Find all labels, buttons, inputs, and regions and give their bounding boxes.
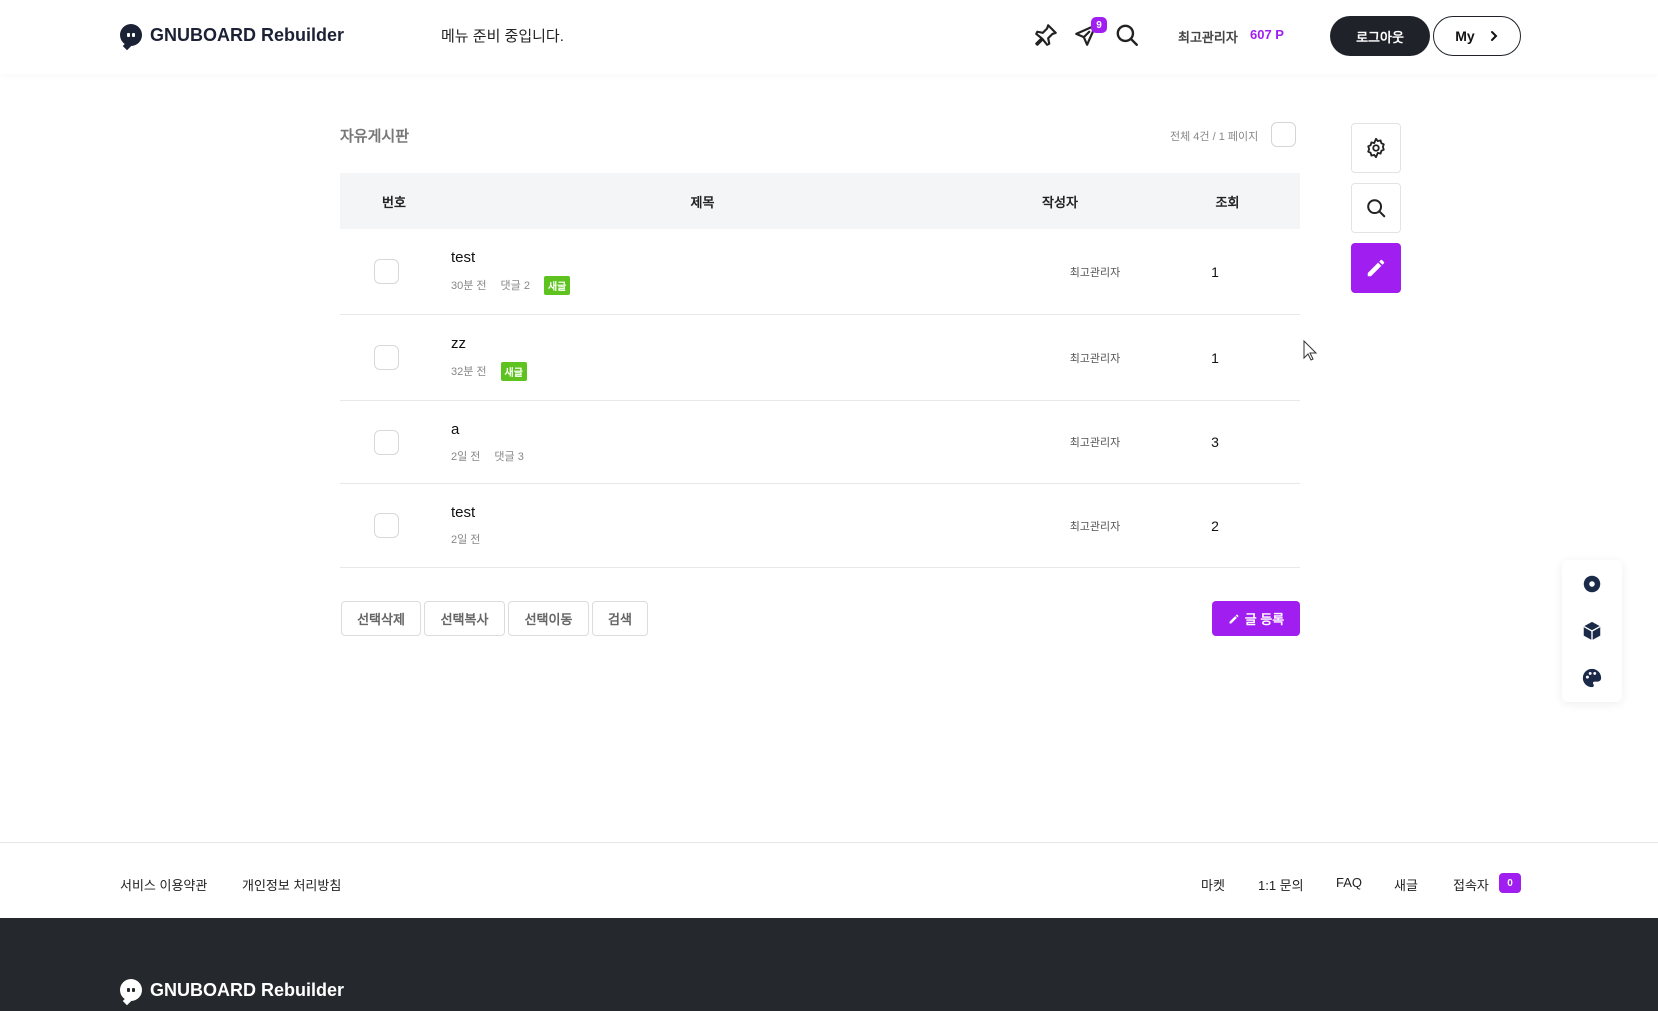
post-meta: 30분 전 댓글 2 새글	[451, 275, 571, 295]
board-search-button[interactable]	[1351, 183, 1401, 233]
new-badge: 새글	[500, 361, 527, 381]
notification-badge: 9	[1091, 17, 1107, 33]
table-header: 번호 제목 작성자 조회	[340, 173, 1300, 229]
board-table: 번호 제목 작성자 조회 test 30분 전 댓글 2 새글 최고관리자 1 …	[340, 173, 1300, 568]
post-meta: 32분 전 새글	[451, 361, 527, 381]
site-header: GNUBOARD Rebuilder 메뉴 준비 중입니다. 9 최고관리자 6…	[0, 0, 1658, 74]
my-button[interactable]: My	[1433, 16, 1521, 56]
row-checkbox[interactable]	[374, 259, 399, 284]
logo-text: GNUBOARD Rebuilder	[150, 24, 345, 45]
footer-link-visitors[interactable]: 접속자	[1453, 875, 1489, 894]
post-hit: 3	[1211, 434, 1219, 450]
column-header-no: 번호	[382, 194, 406, 210]
post-hit: 2	[1211, 517, 1219, 534]
table-row: zz 32분 전 새글 최고관리자 1	[340, 315, 1300, 401]
post-time: 32분 전	[451, 366, 487, 378]
row-checkbox[interactable]	[374, 345, 399, 370]
post-writer[interactable]: 최고관리자	[1025, 350, 1165, 366]
menu-placeholder-message: 메뉴 준비 중입니다.	[441, 28, 564, 45]
board-title: 자유게시판	[340, 128, 410, 145]
move-selected-button[interactable]: 선택이동	[508, 601, 589, 636]
palette-icon[interactable]	[1581, 667, 1603, 689]
table-row: a 2일 전 댓글 3 최고관리자 3	[340, 401, 1300, 484]
footer-link-terms[interactable]: 서비스 이용약관	[120, 875, 207, 894]
row-body: zz 32분 전 새글	[451, 335, 527, 381]
visitor-count-badge: 0	[1499, 873, 1521, 893]
board-settings-button[interactable]	[1351, 123, 1401, 173]
footer-logo[interactable]: GNUBOARD Rebuilder	[120, 979, 345, 1006]
post-meta: 2일 전	[451, 531, 480, 547]
footer-link-new-posts[interactable]: 새글	[1394, 875, 1418, 894]
footer-link-market[interactable]: 마켓	[1201, 875, 1225, 894]
chat-bubble-logo-icon	[120, 24, 142, 51]
select-all-checkbox[interactable]	[1271, 122, 1296, 147]
post-subject[interactable]: a	[451, 421, 524, 438]
row-body: test 2일 전	[451, 504, 480, 547]
post-writer[interactable]: 최고관리자	[1025, 434, 1165, 450]
chat-bubble-logo-icon	[120, 979, 142, 1006]
mouse-cursor-icon	[1303, 340, 1318, 361]
column-header-title: 제목	[690, 194, 715, 210]
footer-link-privacy[interactable]: 개인정보 처리방침	[242, 875, 341, 894]
footer-dark: GNUBOARD Rebuilder	[0, 918, 1658, 1011]
my-button-label: My	[1455, 28, 1475, 44]
post-subject[interactable]: zz	[451, 335, 527, 352]
user-name[interactable]: 최고관리자	[1178, 27, 1238, 46]
pencil-icon	[1229, 614, 1239, 623]
search-button[interactable]: 검색	[592, 601, 648, 636]
post-time: 30분 전	[451, 280, 487, 292]
post-writer[interactable]: 최고관리자	[1025, 518, 1165, 534]
post-hit: 1	[1211, 263, 1219, 280]
write-post-label: 글 등록	[1244, 612, 1285, 627]
pencil-icon	[1367, 259, 1385, 277]
column-header-writer: 작성자	[1042, 194, 1078, 210]
search-icon	[1367, 199, 1386, 218]
footer-links-bar: 서비스 이용약관 개인정보 처리방침 마켓 1:1 문의 FAQ 새글 접속자 …	[0, 842, 1658, 918]
table-row: test 2일 전 최고관리자 2	[340, 484, 1300, 568]
board-count: 전체 4건 / 1 페이지	[1170, 131, 1259, 143]
post-meta: 2일 전 댓글 3	[451, 448, 524, 464]
row-checkbox[interactable]	[374, 429, 399, 455]
footer-logo-text: GNUBOARD Rebuilder	[150, 979, 345, 1000]
post-time: 2일 전	[451, 534, 481, 546]
footer-link-faq[interactable]: FAQ	[1336, 875, 1362, 890]
floating-tool-panel	[1562, 560, 1622, 702]
post-comments: 댓글 3	[494, 450, 524, 463]
cube-icon[interactable]	[1581, 620, 1603, 642]
row-body: test 30분 전 댓글 2 새글	[451, 249, 571, 295]
pin-icon[interactable]	[1033, 22, 1059, 48]
flower-icon[interactable]	[1581, 573, 1603, 595]
board-write-button[interactable]	[1351, 243, 1401, 293]
search-icon[interactable]	[1114, 22, 1140, 48]
post-subject[interactable]: test	[451, 249, 570, 266]
footer-link-inquiry[interactable]: 1:1 문의	[1258, 875, 1304, 894]
column-header-hit: 조회	[1215, 194, 1240, 210]
user-points[interactable]: 607 P	[1250, 27, 1284, 42]
post-writer[interactable]: 최고관리자	[1025, 264, 1165, 280]
write-post-button[interactable]: 글 등록	[1212, 601, 1300, 636]
site-logo[interactable]: GNUBOARD Rebuilder	[120, 24, 345, 51]
row-checkbox[interactable]	[374, 513, 399, 538]
new-badge: 새글	[543, 275, 571, 295]
post-time: 2일 전	[451, 450, 481, 463]
copy-selected-button[interactable]: 선택복사	[424, 601, 505, 636]
table-row: test 30분 전 댓글 2 새글 최고관리자 1	[340, 229, 1300, 315]
chevron-right-icon	[1490, 31, 1498, 41]
gear-icon	[1367, 137, 1385, 159]
send-notification-icon[interactable]: 9	[1073, 17, 1107, 48]
post-subject[interactable]: test	[451, 504, 480, 521]
logout-button[interactable]: 로그아웃	[1330, 16, 1430, 56]
post-comments: 댓글 2	[500, 280, 530, 292]
delete-selected-button[interactable]: 선택삭제	[341, 601, 421, 636]
post-hit: 1	[1211, 349, 1219, 366]
row-body: a 2일 전 댓글 3	[451, 421, 524, 464]
